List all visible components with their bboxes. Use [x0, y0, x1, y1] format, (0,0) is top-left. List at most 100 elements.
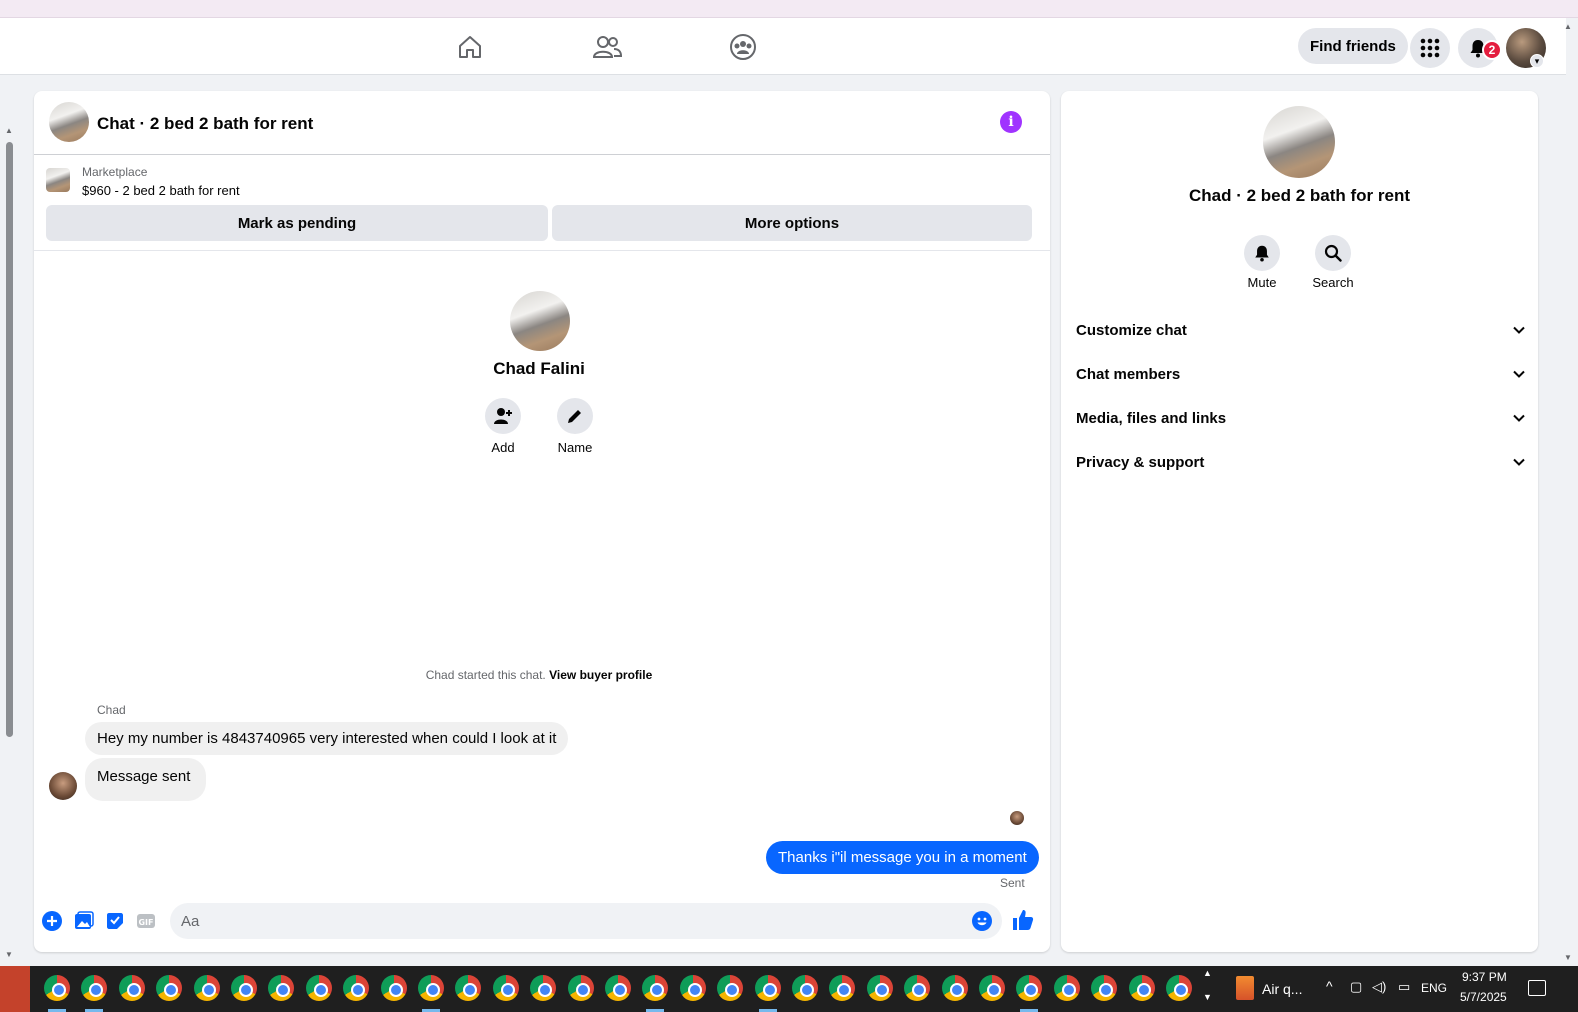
chrome-window-icon[interactable] — [792, 975, 818, 1001]
network-icon[interactable]: ▭ — [1398, 979, 1410, 995]
chrome-window-icon[interactable] — [380, 975, 407, 1001]
customize-chat-section[interactable]: Customize chat — [1076, 310, 1526, 350]
weather-icon[interactable] — [1236, 976, 1254, 1000]
mute-action[interactable] — [1244, 235, 1280, 271]
chrome-window-icon[interactable] — [605, 975, 631, 1001]
add-label: Add — [491, 440, 515, 455]
chrome-window-icon[interactable] — [1166, 975, 1192, 1001]
incoming-message[interactable]: Hey my number is 4843740965 very interes… — [85, 722, 569, 755]
chrome-window-icon[interactable] — [492, 975, 519, 1001]
chrome-window-icon[interactable] — [866, 975, 893, 1001]
home-icon[interactable] — [448, 28, 492, 66]
chrome-window-icon[interactable] — [829, 975, 856, 1001]
sticker-icon[interactable] — [104, 910, 126, 932]
chrome-window-icon[interactable] — [679, 975, 706, 1001]
sender-avatar[interactable] — [49, 772, 77, 800]
chrome-window-icon[interactable] — [268, 975, 295, 1001]
listing-summary[interactable]: $960 - 2 bed 2 bath for rent — [82, 183, 240, 198]
plus-circle-icon[interactable] — [41, 910, 63, 932]
info-icon[interactable]: i — [1000, 111, 1022, 133]
chrome-window-icon[interactable] — [754, 975, 781, 1001]
chrome-window-icon[interactable] — [1128, 975, 1155, 1001]
chrome-window-icon[interactable] — [530, 975, 557, 1001]
chat-title[interactable]: Chat · 2 bed 2 bath for rent — [97, 114, 313, 134]
chrome-window-icon[interactable] — [567, 975, 594, 1001]
chrome-window-icon[interactable] — [193, 975, 220, 1001]
thumbs-up-icon[interactable] — [1010, 907, 1036, 933]
scrollbar-thumb[interactable] — [6, 142, 13, 737]
chevron-down-icon[interactable]: ▾ — [1530, 54, 1544, 68]
more-options-button[interactable]: More options — [552, 205, 1032, 241]
outgoing-message[interactable]: Thanks i"il message you in a moment — [766, 841, 1039, 874]
chat-avatar[interactable] — [49, 102, 89, 142]
edit-name-action[interactable] — [557, 398, 593, 434]
window-scrollbar[interactable]: ▲ ▼ — [1560, 18, 1578, 966]
contact-avatar[interactable] — [510, 291, 570, 351]
chrome-window-icon[interactable] — [979, 975, 1005, 1001]
language-indicator[interactable]: ENG — [1421, 981, 1447, 995]
clock-date[interactable]: 5/7/2025 — [1460, 990, 1507, 1004]
mark-as-pending-button[interactable]: Mark as pending — [46, 205, 548, 241]
chrome-window-icon[interactable] — [231, 975, 257, 1001]
chat-info-avatar[interactable] — [1263, 106, 1335, 178]
chat-started-text: Chad started this chat. — [425, 668, 546, 682]
chrome-window-icon[interactable] — [305, 975, 332, 1001]
listing-thumbnail[interactable] — [46, 168, 70, 192]
chrome-window-icon[interactable] — [343, 975, 370, 1001]
chrome-window-icon[interactable] — [642, 975, 669, 1001]
gif-icon[interactable]: GIF — [135, 910, 157, 932]
marketplace-listing-bar: Marketplace $960 - 2 bed 2 bath for rent… — [34, 155, 1050, 251]
menu-grid-icon[interactable] — [1410, 28, 1450, 68]
section-label: Chat members — [1076, 365, 1181, 383]
chrome-window-icon[interactable] — [1016, 975, 1043, 1001]
chrome-window-icon[interactable] — [1091, 975, 1118, 1001]
chrome-window-icon[interactable] — [941, 975, 968, 1001]
message-status: Sent — [1000, 876, 1025, 890]
friends-icon[interactable] — [585, 28, 629, 66]
pencil-icon[interactable] — [557, 398, 593, 434]
chrome-window-icon[interactable] — [418, 975, 444, 1001]
scroll-up-arrow-icon[interactable]: ▲ — [1564, 22, 1572, 31]
emoji-icon[interactable] — [971, 910, 993, 932]
scroll-down-arrow-icon[interactable]: ▼ — [5, 950, 13, 959]
chrome-window-icon[interactable] — [118, 975, 145, 1001]
chat-info-title: Chad · 2 bed 2 bath for rent — [1188, 186, 1411, 205]
clock-time[interactable]: 9:37 PM — [1462, 970, 1507, 984]
speaker-icon[interactable]: ◁) — [1372, 979, 1386, 995]
page-scrollbar[interactable]: ▲ ▼ — [0, 76, 18, 966]
listing-source: Marketplace — [82, 165, 148, 179]
taskbar-scroll-up-icon[interactable]: ▲ — [1203, 968, 1212, 978]
add-person-icon[interactable] — [485, 398, 521, 434]
chrome-window-icon[interactable] — [455, 975, 482, 1001]
notification-center-icon[interactable] — [1528, 980, 1546, 996]
chevron-up-icon[interactable]: ^ — [1326, 978, 1333, 994]
privacy-support-section[interactable]: Privacy & support — [1076, 442, 1526, 482]
bell-icon[interactable] — [1244, 235, 1280, 271]
search-action[interactable] — [1315, 235, 1351, 271]
find-friends-button[interactable]: Find friends — [1298, 28, 1408, 64]
meet-icon[interactable]: ▢ — [1350, 979, 1362, 995]
search-icon[interactable] — [1315, 235, 1351, 271]
scroll-up-arrow-icon[interactable]: ▲ — [5, 126, 13, 135]
incoming-message[interactable]: Message sent — [85, 758, 207, 801]
chrome-window-icon[interactable] — [81, 975, 108, 1001]
start-app-icon[interactable] — [0, 966, 30, 1012]
message-input[interactable] — [170, 903, 1002, 939]
chat-members-section[interactable]: Chat members — [1076, 354, 1526, 394]
chrome-window-icon[interactable] — [1053, 975, 1080, 1001]
taskbar-scroll-down-icon[interactable]: ▼ — [1203, 992, 1212, 1002]
add-contact-action[interactable] — [485, 398, 521, 434]
browser-tab-strip — [0, 0, 1578, 18]
chrome-window-icon[interactable] — [904, 975, 931, 1001]
mute-label: Mute — [1247, 275, 1277, 290]
chrome-window-icon[interactable] — [44, 975, 70, 1001]
chrome-window-icon[interactable] — [717, 975, 744, 1001]
photo-icon[interactable] — [73, 910, 95, 932]
groups-icon[interactable] — [721, 28, 765, 66]
weather-text[interactable]: Air q... — [1262, 981, 1302, 997]
scroll-down-arrow-icon[interactable]: ▼ — [1564, 953, 1572, 962]
media-files-links-section[interactable]: Media, files and links — [1076, 398, 1526, 438]
view-buyer-profile-link[interactable]: View buyer profile — [549, 668, 652, 682]
chrome-window-icon[interactable] — [156, 975, 183, 1001]
svg-text:GIF: GIF — [138, 918, 153, 927]
